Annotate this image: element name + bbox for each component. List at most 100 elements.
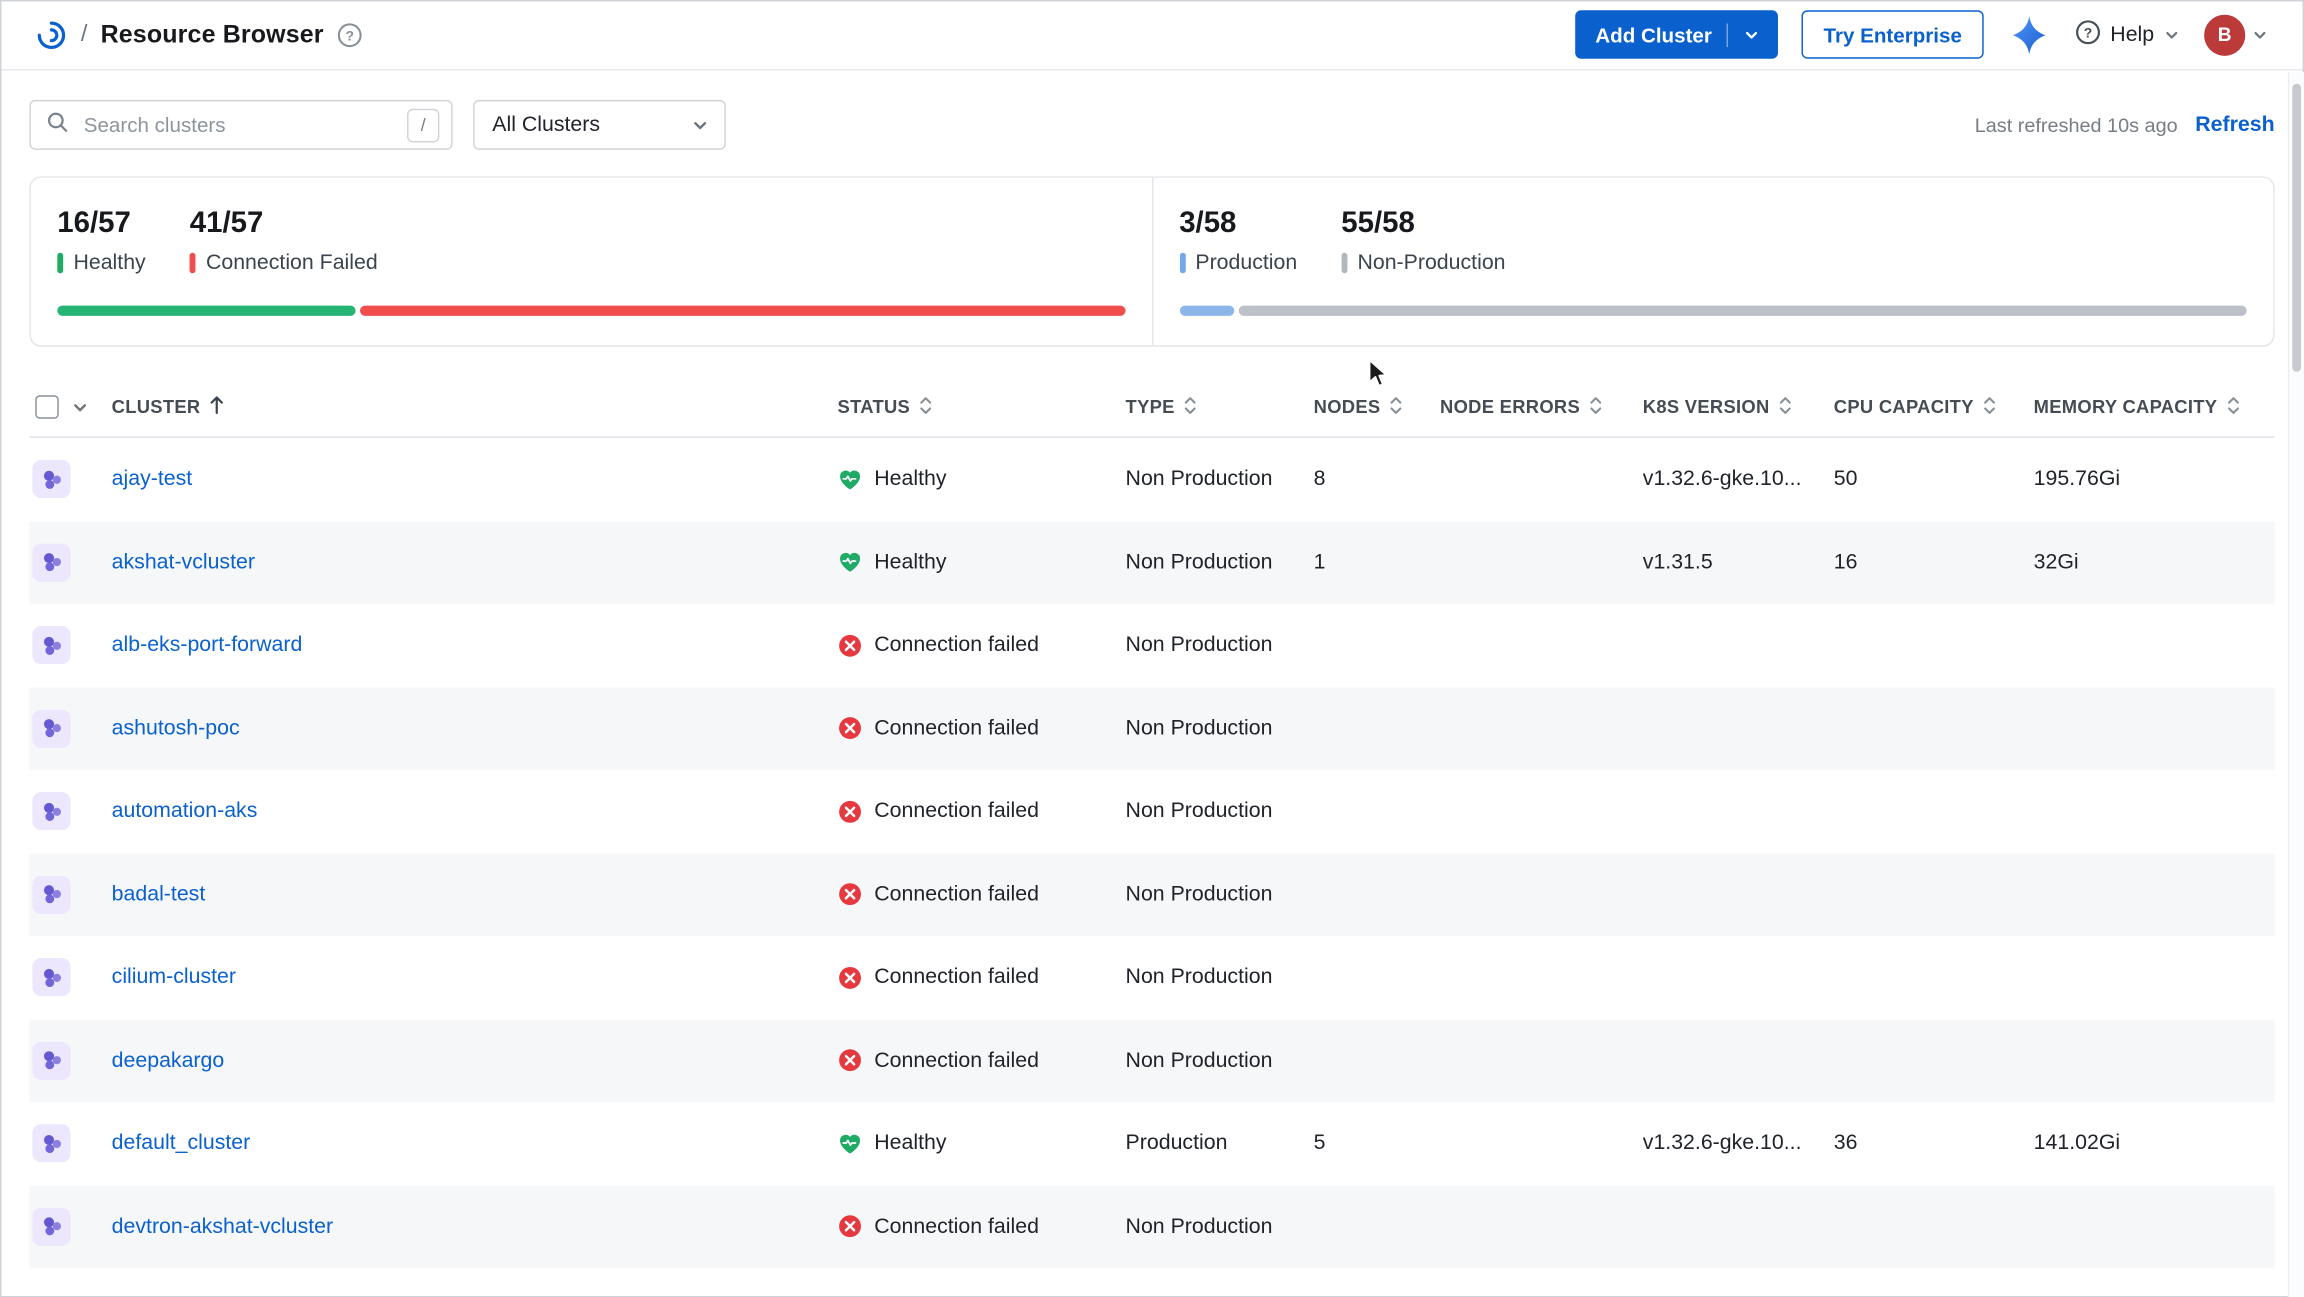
cluster-icon-cell (29, 1207, 111, 1245)
environment-progress-bar (1179, 306, 2247, 316)
cluster-name-link[interactable]: ajay-test (112, 468, 193, 492)
search-box[interactable]: / (29, 100, 452, 150)
k8s-version-cell: v1.32.6-gke.10... (1643, 468, 1834, 492)
cluster-name-link[interactable]: akshat-vcluster (112, 551, 255, 575)
cluster-name-link[interactable]: cilium-cluster (112, 966, 236, 990)
non-production-label: Non-Production (1357, 251, 1505, 275)
page-help-icon[interactable]: ? (337, 21, 363, 47)
progress-bar-segment (57, 306, 356, 316)
cluster-name-cell: cilium-cluster (112, 966, 838, 990)
column-header-k8s-version[interactable]: K8S VERSION (1643, 395, 1834, 420)
scrollbar-thumb[interactable] (2292, 84, 2301, 372)
column-header-nodes[interactable]: NODES (1314, 395, 1440, 420)
help-menu[interactable]: ? Help (2075, 18, 2181, 50)
column-header-memory-capacity[interactable]: MEMORY CAPACITY (2034, 395, 2275, 420)
cluster-name-link[interactable]: alb-eks-port-forward (112, 634, 303, 658)
cluster-name-cell: devtron-akshat-vcluster (112, 1215, 838, 1239)
cluster-icon (32, 792, 70, 830)
type-cell: Non Production (1126, 551, 1314, 575)
scrollbar[interactable] (2288, 72, 2304, 1297)
devtron-logo-icon[interactable] (35, 18, 67, 50)
table-row[interactable]: badal-test Connection failed Non Product… (29, 853, 2274, 936)
healthy-count: 16/57 (57, 207, 145, 241)
table-row[interactable]: cilium-cluster Connection failed Non Pro… (29, 936, 2274, 1019)
svg-text:?: ? (346, 27, 355, 43)
column-header-node-errors[interactable]: NODE ERRORS (1440, 395, 1643, 420)
chevron-down-icon (1743, 26, 1761, 44)
cluster-filter-select[interactable]: All Clusters (473, 100, 726, 150)
memory-capacity-cell: 32Gi (2034, 551, 2275, 575)
connection-failed-stat: 41/57 Connection Failed (190, 207, 378, 275)
k8s-version-cell: v1.31.5 (1643, 551, 1834, 575)
ai-sparkle-icon[interactable] (2007, 12, 2051, 56)
production-marker (1179, 253, 1185, 274)
column-header-type[interactable]: TYPE (1126, 395, 1314, 420)
help-circle-icon: ? (2075, 18, 2101, 50)
status-text: Healthy (874, 1132, 946, 1156)
connection-failed-icon (838, 965, 863, 990)
column-header-status[interactable]: STATUS (838, 395, 1126, 420)
table-row[interactable]: alb-eks-port-forward Connection failed N… (29, 604, 2274, 687)
column-header-cpu-capacity[interactable]: CPU CAPACITY (1834, 395, 2034, 420)
connection-failed-label: Connection Failed (206, 251, 378, 275)
table-row[interactable]: deepakargo Connection failed Non Product… (29, 1019, 2274, 1102)
cluster-icon (32, 1041, 70, 1079)
memory-capacity-cell: 195.76Gi (2034, 468, 2275, 492)
user-menu[interactable]: B (2204, 14, 2269, 55)
top-header: / Resource Browser ? Add Cluster Try Ent… (0, 0, 2304, 71)
sort-icon (1389, 395, 1404, 420)
chevron-down-icon (691, 115, 710, 134)
last-refreshed-text: Last refreshed 10s ago (1975, 114, 2178, 136)
table-row[interactable]: ashutosh-poc Connection failed Non Produ… (29, 687, 2274, 770)
sort-icon (2226, 395, 2241, 420)
status-indicator (838, 550, 863, 575)
cluster-name-cell: default_cluster (112, 1132, 838, 1156)
chevron-down-icon (2163, 26, 2181, 44)
cluster-name-link[interactable]: default_cluster (112, 1132, 251, 1156)
production-stat: 3/58 Production (1179, 207, 1297, 275)
sort-icon (919, 395, 934, 420)
cluster-icon-cell (29, 626, 111, 664)
table-row[interactable]: akshat-vcluster Healthy Non Production 1… (29, 521, 2274, 604)
search-input[interactable] (81, 112, 395, 138)
help-label: Help (2110, 23, 2154, 47)
production-label: Production (1195, 251, 1297, 275)
column-header-cluster[interactable]: CLUSTER (112, 395, 838, 419)
bulk-menu-chevron-icon[interactable] (71, 397, 90, 416)
connection-failed-icon (838, 1214, 863, 1239)
status-text: Healthy (874, 551, 946, 575)
healthy-stat: 16/57 Healthy (57, 207, 145, 275)
refresh-button[interactable]: Refresh (2195, 113, 2274, 137)
type-cell: Non Production (1126, 717, 1314, 741)
cluster-name-link[interactable]: deepakargo (112, 1049, 225, 1073)
cluster-name-link[interactable]: ashutosh-poc (112, 717, 240, 741)
type-cell: Non Production (1126, 468, 1314, 492)
select-all-checkbox[interactable] (35, 395, 59, 419)
status-text: Connection failed (874, 966, 1039, 990)
search-icon (46, 109, 70, 140)
table-row[interactable]: default_cluster Healthy Production 5 v1.… (29, 1102, 2274, 1185)
cluster-icon-cell (29, 460, 111, 498)
resource-browser-app: / Resource Browser ? Add Cluster Try Ent… (0, 0, 2304, 1297)
main-content: / All Clusters Last refreshed 10s ago Re… (0, 100, 2304, 1268)
cluster-name-link[interactable]: badal-test (112, 883, 206, 907)
type-cell: Non Production (1126, 1049, 1314, 1073)
status-cell: Connection failed (838, 965, 1126, 990)
cluster-name-link[interactable]: devtron-akshat-vcluster (112, 1215, 333, 1239)
connection-failed-icon (838, 882, 863, 907)
table-row[interactable]: ajay-test Healthy Non Production 8 v1.32… (29, 438, 2274, 521)
status-cell: Connection failed (838, 882, 1126, 907)
try-enterprise-button[interactable]: Try Enterprise (1802, 10, 1984, 58)
breadcrumb: / Resource Browser ? (35, 18, 363, 50)
cluster-icon (32, 1124, 70, 1162)
status-cell: Connection failed (838, 799, 1126, 824)
progress-bar-segment (1239, 306, 2247, 316)
status-indicator (838, 965, 863, 990)
table-row[interactable]: automation-aks Connection failed Non Pro… (29, 770, 2274, 853)
cluster-name-link[interactable]: automation-aks (112, 800, 258, 824)
table-row[interactable]: devtron-akshat-vcluster Connection faile… (29, 1185, 2274, 1268)
add-cluster-button[interactable]: Add Cluster (1575, 10, 1778, 58)
sort-icon (1184, 395, 1199, 420)
table-header: CLUSTER STATUS TYPE NODES (29, 378, 2274, 438)
cluster-icon-cell (29, 709, 111, 747)
